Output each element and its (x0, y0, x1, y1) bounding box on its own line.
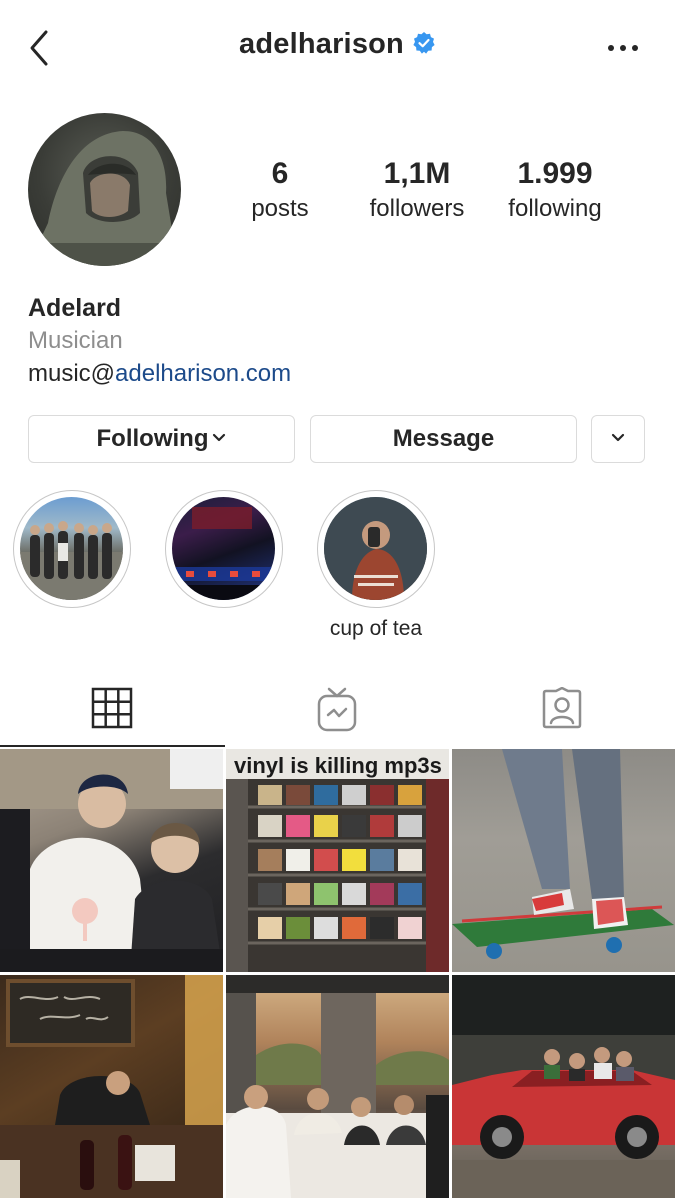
tab-posts-grid[interactable] (0, 672, 225, 747)
posts-grid: vinyl is killing mp3s (0, 749, 675, 1200)
chevron-down-icon (213, 434, 226, 442)
profile-tabs (0, 672, 675, 747)
igtv-icon (317, 687, 357, 732)
profile-email[interactable]: music@adelharison.com (28, 360, 291, 388)
email-prefix: music@ (28, 360, 116, 387)
post-image: vinyl is killing mp3s (226, 749, 449, 972)
followers-count[interactable]: 1,1M followers (352, 155, 482, 225)
suggested-accounts-button[interactable] (591, 415, 645, 463)
highlight-cover-image (324, 497, 427, 600)
post-image (226, 975, 449, 1198)
post-thumbnail[interactable] (226, 975, 449, 1198)
followers-count-label: followers (369, 195, 465, 222)
following-count-label: following (508, 195, 602, 222)
followers-count-value: 1,1M (383, 157, 451, 190)
tab-tagged[interactable] (450, 672, 675, 747)
post-image (452, 975, 675, 1198)
message-button[interactable]: Message (310, 415, 577, 463)
message-button-label: Message (392, 425, 495, 452)
avatar-image (28, 131, 181, 266)
grid-icon (91, 687, 133, 729)
following-count[interactable]: 1.999 following (493, 155, 617, 225)
profile-header: adelharison (0, 0, 675, 96)
highlight-cover-image (172, 497, 275, 600)
following-button-label: Following (96, 425, 209, 452)
post-image (0, 749, 223, 972)
story-highlight-3[interactable] (317, 490, 435, 608)
post-thumbnail[interactable] (0, 749, 223, 972)
verified-badge-icon (413, 32, 435, 54)
post-thumbnail[interactable] (452, 975, 675, 1198)
story-highlight-1[interactable] (13, 490, 131, 608)
email-domain-link[interactable]: adelharison.com (115, 360, 291, 387)
vinyl-caption: vinyl is killing mp3s (234, 753, 442, 778)
profile-category: Musician (28, 327, 123, 354)
posts-count-label: posts (251, 195, 309, 222)
profile-username: adelharison (239, 28, 404, 60)
post-thumbnail[interactable] (452, 749, 675, 972)
profile-display-name: Adelard (28, 294, 122, 322)
post-image (0, 975, 223, 1198)
story-highlight-2[interactable] (165, 490, 283, 608)
tab-igtv[interactable] (225, 672, 450, 747)
post-image (452, 749, 674, 959)
highlight-label: cup of tea (329, 617, 423, 640)
posts-count: 6 posts (230, 155, 330, 225)
post-thumbnail[interactable] (0, 975, 223, 1198)
more-horizontal-icon (608, 45, 638, 51)
posts-count-value: 6 (271, 157, 289, 190)
following-count-value: 1.999 (517, 157, 593, 190)
chevron-down-icon (611, 434, 625, 442)
tagged-icon (542, 687, 582, 729)
profile-avatar[interactable] (28, 113, 181, 266)
post-thumbnail[interactable]: vinyl is killing mp3s (226, 749, 449, 972)
following-button[interactable]: Following (28, 415, 295, 463)
highlight-cover-image (20, 497, 123, 600)
more-options-button[interactable] (603, 36, 643, 60)
